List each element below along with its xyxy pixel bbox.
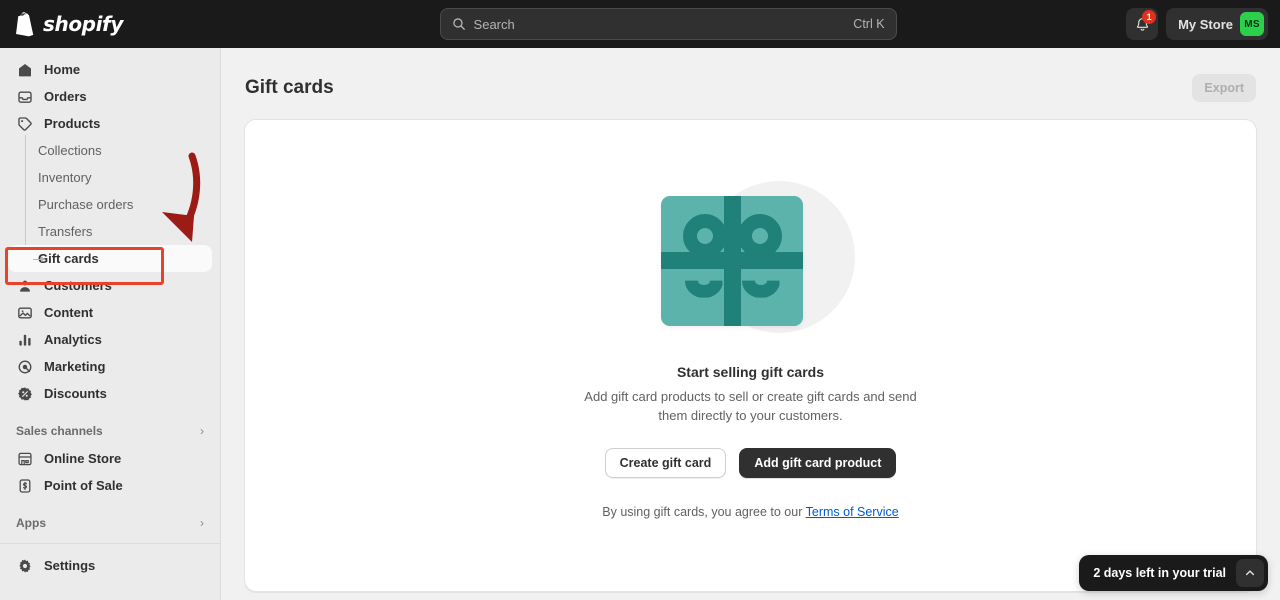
products-subnav: Collections Inventory Purchase orders Tr…	[0, 135, 220, 272]
sidebar-item-online-store[interactable]: Online Store	[8, 445, 212, 472]
trial-banner[interactable]: 2 days left in your trial	[1079, 555, 1268, 591]
gear-icon	[16, 557, 34, 575]
sidebar-item-label: Marketing	[44, 359, 106, 374]
home-icon	[16, 61, 34, 79]
empty-state: Start selling gift cards Add gift card p…	[573, 178, 929, 519]
content-image-icon	[16, 304, 34, 322]
main-content: Gift cards Export Start selling gift car…	[221, 48, 1280, 600]
sidebar-item-label: Point of Sale	[44, 478, 123, 493]
sidebar-item-content[interactable]: Content	[8, 299, 212, 326]
sidebar-item-collections[interactable]: Collections	[8, 137, 212, 164]
section-title: Apps	[16, 516, 46, 530]
shopify-wordmark: shopify	[43, 12, 123, 36]
sidebar-item-label: Transfers	[38, 224, 93, 239]
trial-banner-text: 2 days left in your trial	[1093, 566, 1226, 580]
page-title: Gift cards	[245, 77, 334, 98]
gift-card-illustration	[660, 178, 855, 348]
sidebar-item-gift-cards[interactable]: Gift cards	[8, 245, 212, 272]
page-header: Gift cards Export	[221, 48, 1280, 102]
product-tag-icon	[16, 115, 34, 133]
sidebar-item-label: Collections	[38, 143, 102, 158]
sidebar-item-marketing[interactable]: Marketing	[8, 353, 212, 380]
search-shortcut-hint: Ctrl K	[853, 17, 885, 31]
search-placeholder: Search	[473, 16, 515, 32]
illustration-ribbon-tail-right	[741, 280, 780, 298]
sidebar-item-label: Purchase orders	[38, 197, 134, 212]
empty-state-actions: Create gift card Add gift card product	[604, 448, 897, 479]
sidebar-item-label: Orders	[44, 89, 87, 104]
sidebar-item-label: Online Store	[44, 451, 122, 466]
analytics-bars-icon	[16, 331, 34, 349]
top-bar: shopify Search Ctrl K 1 My Store MS	[0, 0, 1280, 48]
sidebar-item-point-of-sale[interactable]: Point of Sale	[8, 472, 212, 499]
sidebar-item-discounts[interactable]: Discounts	[8, 380, 212, 407]
sidebar: Home Orders Products Collections Invento…	[0, 48, 221, 600]
sidebar-item-purchase-orders[interactable]: Purchase orders	[8, 191, 212, 218]
sidebar-item-label: Home	[44, 62, 81, 77]
empty-state-description: Add gift card products to sell or create…	[584, 388, 917, 423]
terms-of-service-link[interactable]: Terms of Service	[806, 505, 899, 519]
chevron-up-icon	[1245, 570, 1255, 576]
store-switcher[interactable]: My Store MS	[1166, 8, 1268, 40]
illustration-ribbon-horizontal	[660, 251, 803, 269]
orders-inbox-icon	[16, 88, 34, 106]
chevron-right-icon: ›	[200, 516, 204, 530]
sidebar-item-label: Products	[44, 116, 101, 131]
sidebar-item-label: Discounts	[44, 386, 107, 401]
storefront-icon	[16, 450, 34, 468]
sidebar-divider	[0, 543, 220, 544]
sidebar-item-settings[interactable]: Settings	[8, 552, 212, 579]
customer-person-icon	[16, 277, 34, 295]
illustration-ribbon-tail-left	[684, 280, 723, 298]
search-icon	[452, 18, 465, 30]
top-bar-actions: 1 My Store MS	[1126, 0, 1280, 48]
export-button[interactable]: Export	[1192, 74, 1256, 102]
shopify-bag-icon	[16, 11, 34, 36]
create-gift-card-button[interactable]: Create gift card	[604, 448, 727, 479]
terms-prefix-text: By using gift cards, you agree to our	[602, 505, 806, 520]
sidebar-item-transfers[interactable]: Transfers	[8, 218, 212, 245]
section-title: Sales channels	[16, 424, 103, 438]
illustration-gift-box	[660, 195, 803, 326]
pos-icon	[16, 477, 34, 495]
shopify-logo[interactable]: shopify	[0, 0, 210, 48]
sidebar-item-label: Inventory	[38, 170, 92, 185]
sidebar-item-label: Customers	[44, 278, 112, 293]
sidebar-item-label: Analytics	[44, 332, 102, 347]
empty-state-title: Start selling gift cards	[676, 363, 825, 380]
store-name: My Store	[1178, 16, 1233, 32]
notification-badge: 1	[1142, 10, 1157, 24]
sidebar-section-sales-channels[interactable]: Sales channels ›	[8, 419, 212, 443]
terms-of-service-notice: By using gift cards, you agree to our Te…	[602, 505, 898, 519]
sidebar-item-orders[interactable]: Orders	[8, 83, 212, 110]
sidebar-item-products[interactable]: Products	[8, 110, 212, 137]
notifications-button[interactable]: 1	[1126, 8, 1159, 40]
sidebar-item-analytics[interactable]: Analytics	[8, 326, 212, 353]
add-gift-card-product-button[interactable]: Add gift card product	[739, 448, 897, 479]
search-area: Search Ctrl K	[210, 8, 1126, 40]
sidebar-item-home[interactable]: Home	[8, 56, 212, 83]
subnav-elbow-icon	[33, 256, 45, 262]
marketing-target-icon	[16, 358, 34, 376]
gift-cards-card: Start selling gift cards Add gift card p…	[244, 119, 1257, 592]
sidebar-item-customers[interactable]: Customers	[8, 272, 212, 299]
trial-banner-expand-button[interactable]	[1236, 559, 1264, 587]
search-input[interactable]: Search Ctrl K	[439, 8, 897, 40]
sidebar-item-label: Gift cards	[38, 251, 99, 266]
sidebar-item-label: Settings	[44, 558, 96, 573]
chevron-right-icon: ›	[200, 424, 204, 438]
sidebar-section-apps[interactable]: Apps ›	[8, 511, 212, 535]
sidebar-item-label: Content	[44, 305, 94, 320]
sidebar-item-inventory[interactable]: Inventory	[8, 164, 212, 191]
discount-burst-icon	[16, 385, 34, 403]
avatar: MS	[1240, 12, 1264, 36]
shopify-admin-app: shopify Search Ctrl K 1 My Store MS Home…	[0, 0, 1280, 600]
